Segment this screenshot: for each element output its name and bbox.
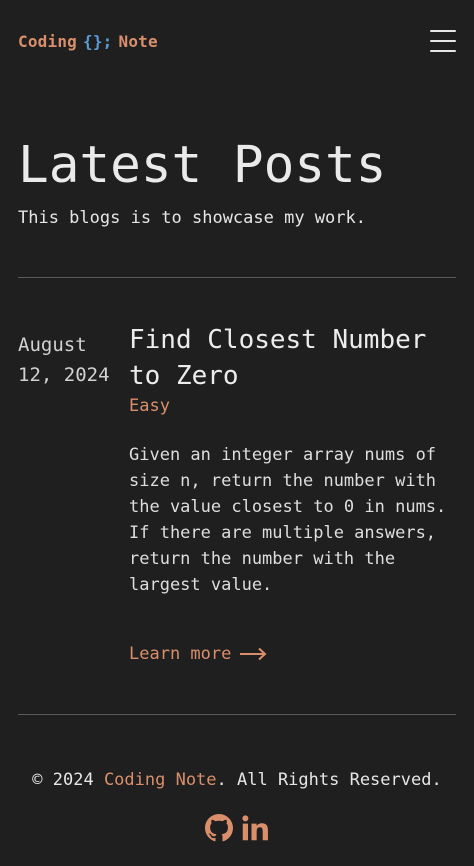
page-title: Latest Posts <box>18 136 387 195</box>
menu-bar <box>430 40 456 42</box>
menu-bar <box>430 30 456 32</box>
divider <box>18 714 456 715</box>
arrow-right-icon <box>240 647 267 661</box>
menu-bar <box>430 50 456 52</box>
copyright-prefix: © 2024 <box>32 770 104 790</box>
post-date: August 12, 2024 <box>18 330 122 390</box>
post-excerpt: Given an integer array nums of size n, r… <box>129 445 447 595</box>
post-title[interactable]: Find Closest Number to Zero <box>129 322 456 394</box>
post-difficulty-tag[interactable]: Easy <box>129 396 456 416</box>
linkedin-icon[interactable] <box>241 814 269 842</box>
post-date-month: August <box>18 334 87 356</box>
hamburger-menu-icon[interactable] <box>430 30 456 52</box>
page-subtitle: This blogs is to showcase my work. <box>18 208 366 228</box>
learn-more-label: Learn more <box>129 644 232 664</box>
footer-brand-link[interactable]: Coding Note <box>104 770 217 790</box>
copyright-suffix: . All Rights Reserved. <box>216 770 442 790</box>
learn-more-link[interactable]: Learn more <box>129 644 267 664</box>
site-logo[interactable]: Coding {}; Note <box>18 32 158 51</box>
copyright-text: © 2024 Coding Note. All Rights Reserved. <box>0 770 474 790</box>
logo-text-coding: Coding <box>18 31 77 51</box>
divider <box>18 277 456 278</box>
post-body: Find Closest Number to Zero Easy Given a… <box>129 322 456 615</box>
logo-braces: {}; <box>83 31 113 51</box>
social-links <box>0 814 474 842</box>
post-date-day-year: 12, 2024 <box>18 364 110 386</box>
site-header: Coding {}; Note <box>18 26 456 56</box>
logo-text-note: Note <box>118 31 158 51</box>
github-icon[interactable] <box>205 814 233 842</box>
